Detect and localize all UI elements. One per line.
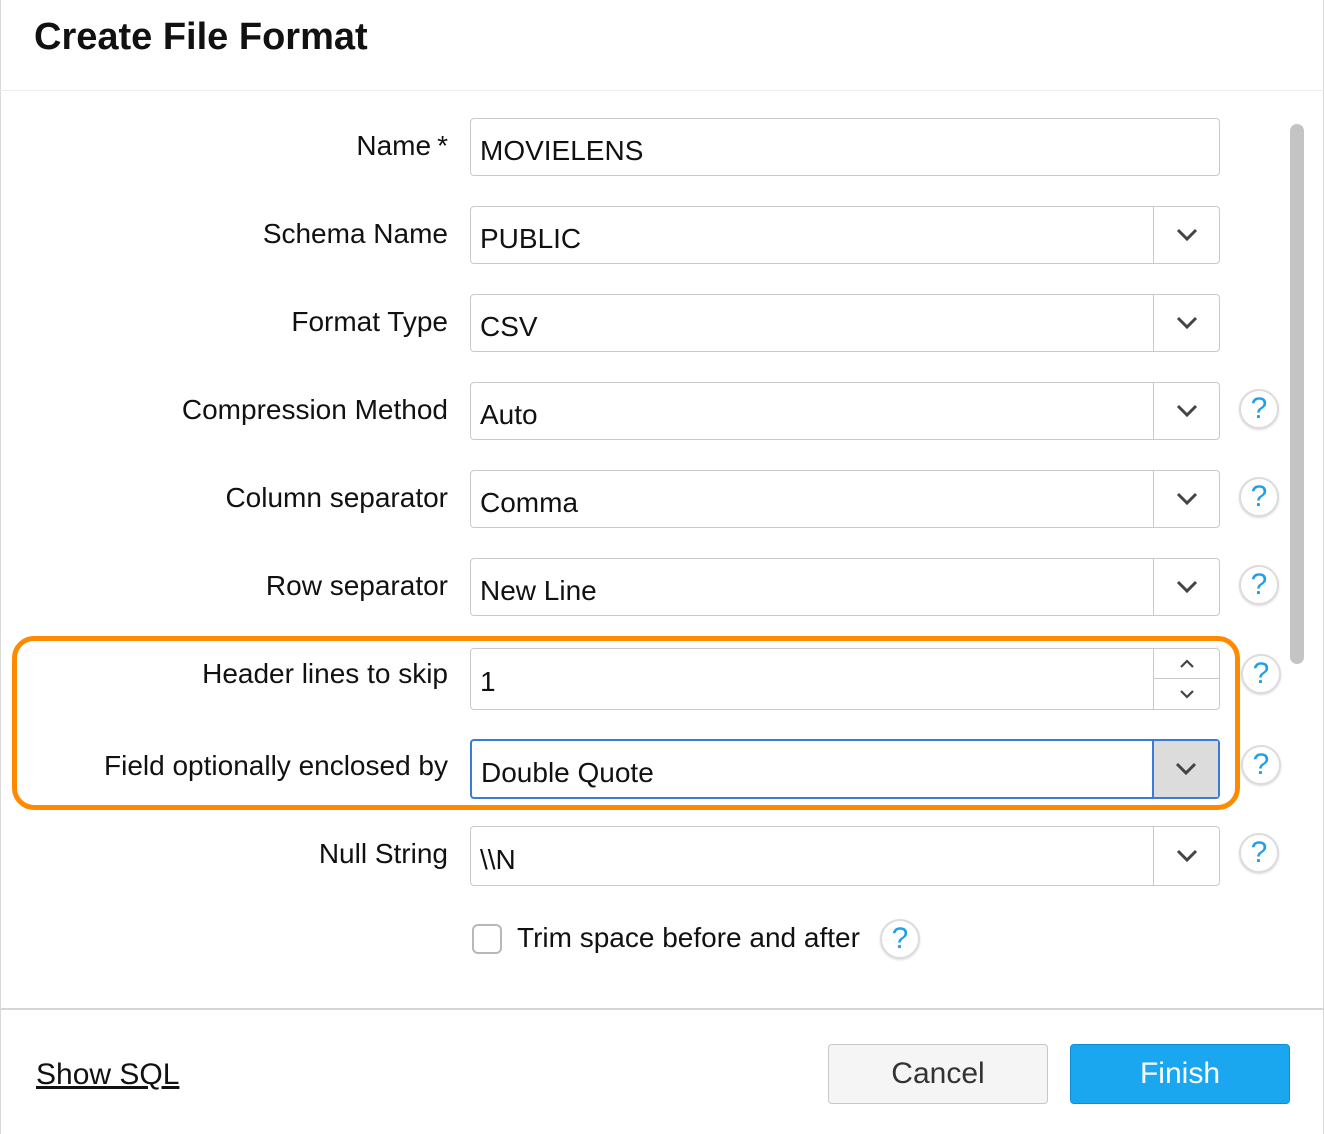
help-icon[interactable]: ? — [880, 919, 920, 959]
name-label: Name * — [356, 130, 448, 162]
stepper-buttons — [1153, 649, 1219, 709]
compression-method-dropdown-button[interactable] — [1153, 383, 1219, 439]
null-string-value: \\N — [480, 844, 516, 875]
footer-divider — [0, 1008, 1324, 1010]
stepper-up-button[interactable] — [1154, 649, 1219, 679]
column-separator-label: Column separator — [225, 482, 448, 513]
dialog-title: Create File Format — [34, 16, 368, 58]
header-lines-stepper[interactable]: 1 — [470, 648, 1220, 710]
scrollbar-thumb[interactable] — [1290, 124, 1304, 664]
finish-button[interactable]: Finish — [1070, 1044, 1290, 1104]
null-string-label: Null String — [318, 838, 448, 869]
trim-space-checkbox[interactable] — [472, 924, 502, 954]
format-type-select[interactable]: CSV — [470, 294, 1220, 352]
header-lines-label: Header lines to skip — [202, 658, 448, 689]
field-enclosed-label: Field optionally enclosed by — [104, 750, 448, 781]
name-label-text: Name — [356, 130, 432, 161]
chevron-up-icon — [1179, 658, 1194, 668]
dialog-border-left — [0, 0, 1, 1134]
chevron-down-icon — [1176, 492, 1197, 506]
row-separator-select[interactable]: New Line — [470, 558, 1220, 616]
chevron-down-icon — [1176, 316, 1197, 330]
format-type-dropdown-button[interactable] — [1153, 295, 1219, 351]
format-type-value: CSV — [480, 311, 538, 342]
column-separator-dropdown-button[interactable] — [1153, 471, 1219, 527]
help-icon[interactable]: ? — [1239, 833, 1279, 873]
field-enclosed-select[interactable]: Double Quote — [470, 739, 1220, 799]
field-enclosed-dropdown-button[interactable] — [1152, 741, 1218, 797]
format-type-label: Format Type — [291, 306, 448, 337]
required-mark: * — [437, 130, 448, 161]
header-lines-value: 1 — [480, 666, 496, 697]
field-enclosed-value: Double Quote — [481, 757, 654, 788]
name-input[interactable]: MOVIELENS — [470, 118, 1220, 176]
compression-method-value: Auto — [480, 399, 538, 430]
schema-name-select[interactable]: PUBLIC — [470, 206, 1220, 264]
trim-space-label[interactable]: Trim space before and after — [517, 922, 860, 954]
chevron-down-icon — [1179, 690, 1194, 699]
cancel-button[interactable]: Cancel — [828, 1044, 1048, 1104]
chevron-down-icon — [1176, 228, 1197, 242]
schema-name-label: Schema Name — [262, 218, 448, 249]
column-separator-select[interactable]: Comma — [470, 470, 1220, 528]
column-separator-value: Comma — [480, 487, 579, 518]
chevron-down-icon — [1176, 404, 1197, 418]
help-icon[interactable]: ? — [1241, 745, 1281, 785]
compression-method-label: Compression Method — [181, 394, 448, 425]
stepper-down-button[interactable] — [1154, 679, 1219, 709]
row-separator-dropdown-button[interactable] — [1153, 559, 1219, 615]
name-input-value: MOVIELENS — [480, 135, 644, 166]
null-string-dropdown-button[interactable] — [1153, 827, 1219, 885]
row-separator-value: New Line — [480, 575, 597, 606]
chevron-down-icon — [1176, 580, 1197, 594]
chevron-down-icon — [1176, 849, 1197, 863]
show-sql-link[interactable]: Show SQL — [36, 1058, 179, 1092]
row-separator-label: Row separator — [265, 570, 448, 601]
chevron-down-icon — [1175, 762, 1197, 776]
header-divider — [0, 90, 1324, 91]
compression-method-select[interactable]: Auto — [470, 382, 1220, 440]
create-file-format-dialog: Create File Format Name * MOVIELENS Schem… — [0, 0, 1324, 1134]
help-icon[interactable]: ? — [1241, 654, 1281, 694]
schema-name-value: PUBLIC — [480, 223, 582, 254]
schema-name-dropdown-button[interactable] — [1153, 207, 1219, 263]
help-icon[interactable]: ? — [1239, 477, 1279, 517]
help-icon[interactable]: ? — [1239, 389, 1279, 429]
null-string-select[interactable]: \\N — [470, 826, 1220, 886]
help-icon[interactable]: ? — [1239, 565, 1279, 605]
